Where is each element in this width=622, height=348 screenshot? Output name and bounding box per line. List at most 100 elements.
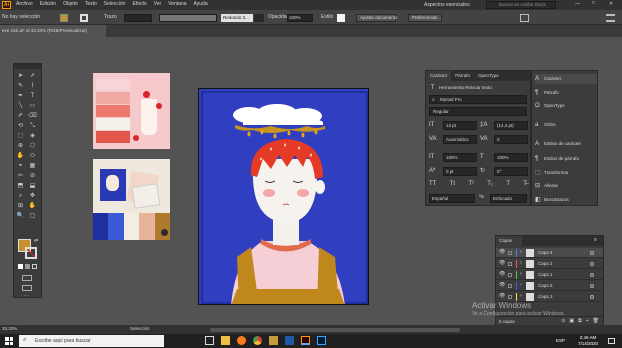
layer-row[interactable]: 👁 › Capa 4 bbox=[496, 248, 603, 258]
vertical-scale-control[interactable]: IT 100% bbox=[429, 153, 477, 162]
expand-chevron-icon[interactable]: › bbox=[520, 294, 522, 299]
layer-row[interactable]: 👁 › Capa 2 bbox=[496, 259, 603, 269]
font-family-select[interactable]: ⌕ Myriad Pro bbox=[429, 95, 527, 104]
slice-tool-icon[interactable]: ✥ bbox=[29, 192, 36, 199]
menu-item[interactable]: Edición bbox=[40, 2, 56, 7]
target-icon[interactable] bbox=[590, 262, 594, 266]
dock-item[interactable]: ¶ Estilos de párrafo bbox=[535, 154, 597, 164]
stock-search[interactable]: Buscar en Adobe Stock bbox=[486, 1, 556, 9]
rect-grid-icon[interactable]: ▢ bbox=[29, 212, 36, 219]
zoom-level[interactable]: 33,33% bbox=[2, 326, 17, 332]
width-tool-icon[interactable]: ⬚ bbox=[17, 132, 24, 139]
visibility-eye-icon[interactable]: 👁 bbox=[499, 283, 505, 288]
menu-item[interactable]: Selección bbox=[104, 2, 126, 7]
trash-icon[interactable]: 🗑 bbox=[593, 319, 599, 324]
tab-opentype[interactable]: OpenType bbox=[474, 71, 503, 81]
eyedropper-tool-icon[interactable]: ⌖ bbox=[17, 162, 24, 169]
small-caps-icon[interactable]: Tt bbox=[450, 181, 455, 187]
document-tab[interactable]: eve sick.ai* al 33,33% (RGB/Previsualiza… bbox=[0, 25, 106, 37]
menu-item[interactable]: Objeto bbox=[63, 2, 78, 7]
task-view-icon[interactable] bbox=[205, 336, 214, 345]
grid-tool-icon[interactable]: ⊞ bbox=[17, 202, 24, 209]
firefox-icon[interactable] bbox=[237, 336, 246, 345]
menu-item[interactable]: Ver bbox=[154, 2, 162, 7]
menu-item[interactable]: Ventana bbox=[168, 2, 186, 7]
dock-item[interactable]: O OpenType bbox=[535, 101, 597, 111]
menu-item[interactable]: Texto bbox=[85, 2, 97, 7]
tracking-control[interactable]: VA 0 bbox=[480, 135, 528, 144]
screen-mode-icon[interactable] bbox=[22, 285, 32, 291]
expand-chevron-icon[interactable]: › bbox=[520, 283, 522, 288]
lock-icon[interactable] bbox=[508, 284, 512, 288]
color-mode-icons[interactable] bbox=[18, 264, 37, 269]
file-explorer-icon[interactable] bbox=[221, 336, 230, 345]
touch-type-label[interactable]: Herramienta Retocar texto bbox=[439, 85, 492, 91]
expand-chevron-icon[interactable]: › bbox=[520, 261, 522, 266]
tab-layers[interactable]: Capas bbox=[496, 236, 522, 246]
chrome-icon[interactable] bbox=[253, 336, 262, 345]
symbol-sprayer-icon[interactable]: ⊘ bbox=[29, 172, 36, 179]
type-tool-icon[interactable]: T bbox=[29, 92, 36, 99]
notification-icon[interactable] bbox=[608, 338, 615, 344]
folder-icon[interactable] bbox=[269, 336, 278, 345]
eraser-tool-icon[interactable]: ⌫ bbox=[28, 112, 36, 119]
dock-item[interactable]: ⊟ Alinear bbox=[535, 181, 597, 191]
shape-builder-icon[interactable]: ⊕ bbox=[17, 142, 24, 149]
layer-row[interactable]: 👁 › Capa 1 bbox=[496, 270, 603, 280]
reference-image-1[interactable] bbox=[93, 73, 170, 149]
stroke-weight-field[interactable] bbox=[124, 14, 152, 22]
layers-menu-icon[interactable]: ≡ bbox=[594, 238, 597, 243]
dock-item[interactable]: ⬚ Transformar bbox=[535, 168, 597, 178]
underline-icon[interactable]: T bbox=[506, 181, 510, 187]
close-icon[interactable]: ✕ bbox=[609, 2, 613, 7]
more-tools-icon[interactable]: ··· bbox=[24, 293, 29, 299]
visibility-eye-icon[interactable]: 👁 bbox=[499, 272, 505, 277]
rotate-tool-icon[interactable]: ⟲ bbox=[17, 122, 24, 129]
target-icon[interactable] bbox=[590, 284, 594, 288]
pen-tool-icon[interactable]: ✎ bbox=[17, 82, 24, 89]
preferences-button[interactable]: Preferencias bbox=[408, 14, 442, 22]
maximize-icon[interactable]: □ bbox=[592, 1, 595, 6]
graph-tool-icon[interactable]: ⬒ bbox=[17, 182, 24, 189]
kerning-control[interactable]: VA Automático bbox=[429, 135, 477, 144]
lock-icon[interactable] bbox=[508, 262, 512, 266]
horizontal-scrollbar[interactable] bbox=[210, 328, 460, 332]
perspective-grid-icon[interactable]: ⬡ bbox=[29, 142, 36, 149]
font-style-select[interactable]: Regular bbox=[429, 107, 527, 116]
locate-icon[interactable]: ⊙ bbox=[561, 319, 565, 324]
clock[interactable]: 2:46 AM 7/14/2020 bbox=[578, 335, 598, 346]
illustrator-taskbar-icon[interactable] bbox=[301, 336, 310, 345]
tab-character[interactable]: Carácter bbox=[426, 71, 452, 81]
blend-tool-icon[interactable]: ▦ bbox=[29, 162, 36, 169]
pencil-tool-icon[interactable]: ✐ bbox=[17, 112, 24, 119]
direct-selection-tool-icon[interactable]: ➚ bbox=[29, 72, 36, 79]
panel-menu-icon[interactable] bbox=[606, 14, 615, 22]
expand-chevron-icon[interactable]: › bbox=[520, 272, 522, 277]
language-select[interactable]: Español bbox=[429, 194, 475, 203]
selection-tool-icon[interactable]: ➤ bbox=[17, 72, 24, 79]
stroke-swatch[interactable] bbox=[80, 14, 88, 22]
dock-item[interactable]: a Glifos bbox=[535, 120, 597, 130]
superscript-icon[interactable]: T¹ bbox=[468, 181, 474, 187]
horizontal-scale-control[interactable]: T 100% bbox=[480, 153, 528, 162]
rotation-control[interactable]: ↻ 0° bbox=[480, 167, 528, 176]
target-icon[interactable] bbox=[590, 295, 594, 299]
layer-row[interactable]: 👁 › Capa 5 bbox=[496, 281, 603, 291]
scale-tool-icon[interactable]: ⤡ bbox=[29, 122, 36, 129]
menu-item[interactable]: Archivo bbox=[16, 2, 33, 7]
scissors-tool-icon[interactable]: ✂ bbox=[17, 172, 24, 179]
lock-icon[interactable] bbox=[508, 273, 512, 277]
dock-item[interactable]: A Carácter bbox=[535, 74, 597, 84]
new-layer-icon[interactable]: + bbox=[586, 319, 589, 324]
align-document-button[interactable]: Ajustar documento bbox=[356, 14, 398, 22]
magnify-tool-icon[interactable]: 🔍 bbox=[17, 212, 24, 219]
hand-tool-icon[interactable]: ✋ bbox=[29, 202, 36, 209]
strikethrough-icon[interactable]: T̶ bbox=[523, 181, 527, 187]
touch-type-icon[interactable]: T bbox=[429, 85, 436, 92]
dock-item[interactable]: ◧ Buscatrazos bbox=[535, 195, 597, 205]
swap-colors-icon[interactable]: ⇄ bbox=[34, 238, 38, 244]
rectangle-tool-icon[interactable]: ▭ bbox=[29, 102, 36, 109]
font-size-control[interactable]: tT 12 pt bbox=[429, 121, 477, 130]
opacity-field[interactable]: 100% bbox=[287, 14, 313, 22]
mesh-tool-icon[interactable]: ✋ bbox=[17, 152, 24, 159]
